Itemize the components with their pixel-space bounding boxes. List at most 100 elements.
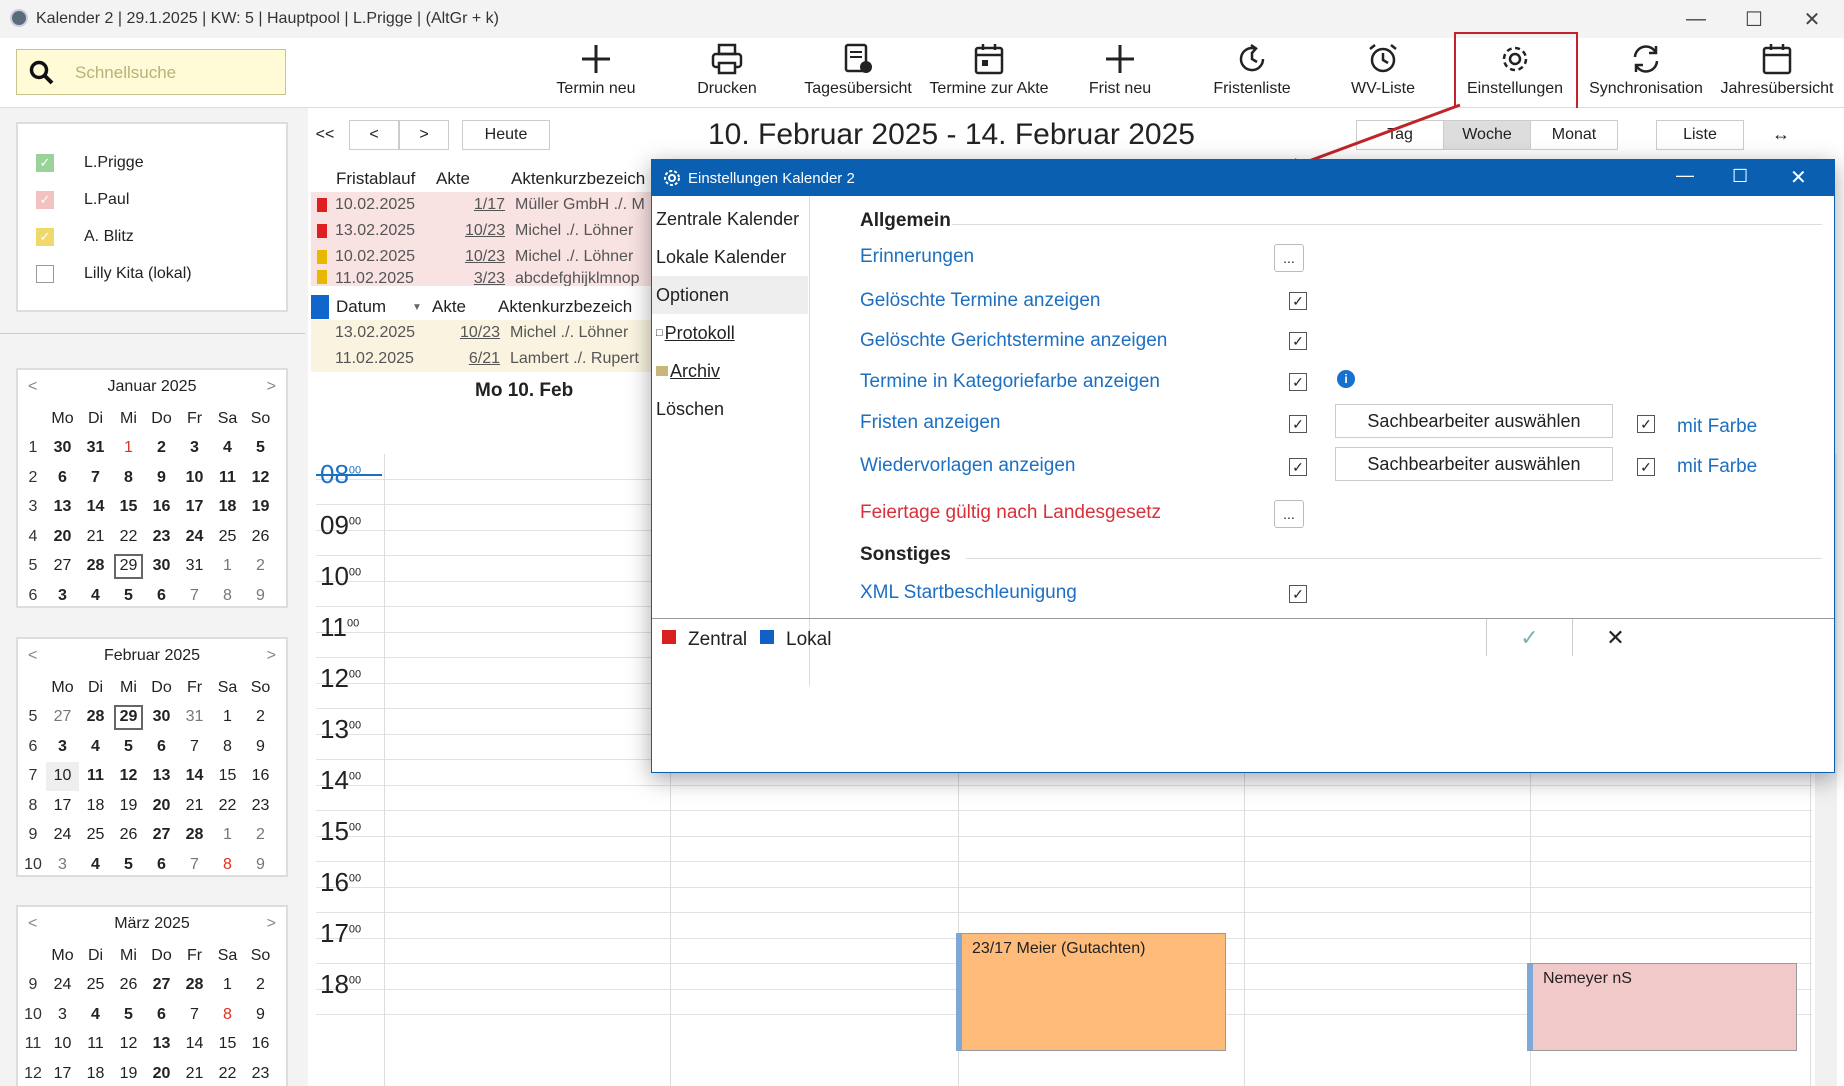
hour-label: 1600	[320, 867, 362, 897]
today-button[interactable]: Heute	[462, 120, 550, 150]
prev-button[interactable]: <	[349, 120, 399, 150]
nav-archiv[interactable]: Archiv	[652, 352, 808, 390]
maximize-icon[interactable]: ☐	[1730, 0, 1778, 38]
header-akte[interactable]: Akte	[432, 297, 498, 317]
header-kurz[interactable]: Aktenkurzbezeich	[491, 169, 645, 189]
fristen-farbe-checkbox[interactable]: ✓	[1637, 415, 1655, 433]
lokal-color-swatch	[760, 630, 774, 644]
day-overview-icon	[844, 43, 872, 73]
tagesuebersicht-button[interactable]: Tagesübersicht	[793, 42, 923, 106]
erinnerungen-button[interactable]: ...	[1274, 244, 1304, 272]
calendar-item[interactable]: Lilly Kita (lokal)	[18, 255, 286, 292]
hour-line	[316, 887, 1812, 888]
termine-zur-akte-label: Termine zur Akte	[929, 80, 1049, 97]
wiedervorlagen-checkbox[interactable]: ✓	[1289, 458, 1307, 476]
gear-icon	[664, 170, 680, 186]
hour-label: 1500	[320, 816, 362, 846]
event-meier[interactable]: 23/17 Meier (Gutachten)	[956, 933, 1226, 1051]
fristenliste-label: Fristenliste	[1213, 80, 1291, 97]
nav-protokoll[interactable]: □ Protokoll	[652, 314, 808, 352]
document-icon: □	[656, 327, 663, 339]
checkbox[interactable]: ✓	[36, 227, 54, 246]
highlight-frame	[1454, 32, 1578, 110]
check-icon: ✓	[1520, 624, 1539, 650]
minimize-icon[interactable]: —	[1672, 0, 1720, 38]
drucken-button[interactable]: Drucken	[662, 42, 792, 106]
next-button[interactable]: >	[399, 120, 449, 150]
event-nemeyer[interactable]: Nemeyer nS	[1527, 963, 1797, 1051]
month-grid[interactable]: Mo Di Mi Do Fr Sa So 9 24 25 26 27 28 1 2 10 3 4 5 6 7 8 9 1…	[20, 941, 277, 1086]
hour-label: 0900	[320, 510, 362, 540]
prev-month-icon[interactable]: <	[28, 647, 37, 665]
plus-icon	[582, 45, 610, 73]
nav-lokale-kalender[interactable]: Lokale Kalender	[652, 238, 808, 276]
minical-januar: < Januar 2025 > Mo Di Mi Do Fr Sa So 1 30 31 1 2 3 4 5 …	[16, 368, 288, 608]
month-grid[interactable]: Mo Di Mi Do Fr Sa So 5 27 28 29 30 31 1 2 63456789 71…	[20, 673, 277, 880]
header-datum[interactable]: Datum	[336, 297, 412, 317]
section-sonstiges: Sonstiges	[860, 544, 951, 565]
close-icon[interactable]: ✕	[1790, 165, 1807, 190]
termin-neu-button[interactable]: Termin neu	[531, 42, 661, 106]
month-title: März 2025	[114, 915, 190, 932]
checkbox[interactable]: ✓	[36, 153, 54, 172]
fristen-checkbox[interactable]: ✓	[1289, 415, 1307, 433]
fristenliste-button[interactable]: Fristenliste	[1187, 42, 1317, 106]
calendar-list: ✓ L.Prigge ✓ L.Paul ✓ A. Blitz Lilly Kita (…	[16, 122, 288, 312]
geloeschte-termine-checkbox[interactable]: ✓	[1289, 292, 1307, 310]
cancel-button[interactable]: ✕	[1573, 619, 1658, 656]
prev-month-icon[interactable]: <	[28, 378, 37, 396]
sort-icon[interactable]: ▼	[412, 302, 432, 313]
hour-label: 1700	[320, 918, 362, 948]
nav-zentrale-kalender[interactable]: Zentrale Kalender	[652, 200, 808, 238]
checkbox[interactable]: ✓	[36, 190, 54, 209]
kategoriefarbe-checkbox[interactable]: ✓	[1289, 373, 1307, 391]
checkbox[interactable]	[36, 264, 54, 283]
search-icon	[29, 60, 54, 85]
next-month-icon[interactable]: >	[267, 378, 276, 396]
dialog-title-bar[interactable]: Einstellungen Kalender 2 — ☐ ✕	[652, 160, 1834, 196]
next-month-icon[interactable]: >	[267, 647, 276, 665]
xml-checkbox[interactable]: ✓	[1289, 585, 1307, 603]
maximize-icon[interactable]: ☐	[1732, 166, 1748, 187]
frist-neu-button[interactable]: Frist neu	[1055, 42, 1185, 106]
termine-zur-akte-button[interactable]: Termine zur Akte	[924, 42, 1054, 106]
calendar-label: Lilly Kita (lokal)	[84, 264, 192, 282]
hour-label: 1400	[320, 765, 362, 795]
info-icon[interactable]: i	[1337, 370, 1355, 388]
geloeschte-gericht-checkbox[interactable]: ✓	[1289, 332, 1307, 350]
view-liste-button[interactable]: Liste	[1656, 120, 1744, 150]
expand-icon[interactable]: ↔	[1772, 124, 1790, 145]
wv-liste-button[interactable]: WV-Liste	[1318, 42, 1448, 106]
wv-farbe-checkbox[interactable]: ✓	[1637, 458, 1655, 476]
hour-label: 1300	[320, 714, 362, 744]
header-akte[interactable]: Akte	[411, 169, 491, 189]
settings-dialog: Einstellungen Kalender 2 — ☐ ✕ Zentrale …	[651, 159, 1835, 773]
section-allgemein: Allgemein	[860, 210, 951, 231]
header-kurz[interactable]: Aktenkurzbezeich	[498, 297, 632, 317]
month-grid[interactable]: Mo Di Mi Do Fr Sa So 1 30 31 1 2 3 4 5 2 6 7 8 9 10 11 12 31…	[20, 404, 277, 611]
feiertage-button[interactable]: ...	[1274, 500, 1304, 528]
opt-geloeschte-termine: Gelöschte Termine anzeigen	[860, 290, 1101, 311]
divider	[809, 196, 810, 686]
synchronisation-button[interactable]: Synchronisation	[1581, 42, 1711, 106]
confirm-button[interactable]: ✓	[1487, 619, 1572, 656]
minimize-icon[interactable]: —	[1676, 165, 1694, 186]
calendar-item[interactable]: ✓ A. Blitz	[18, 218, 286, 255]
view-monat-button[interactable]: Monat	[1530, 120, 1618, 150]
folder-icon	[656, 366, 668, 376]
calendar-item[interactable]: ✓ L.Paul	[18, 181, 286, 218]
prev-month-icon[interactable]: <	[28, 915, 37, 933]
half-hour-line	[316, 810, 1812, 811]
next-month-icon[interactable]: >	[267, 915, 276, 933]
wv-sachbearbeiter-button[interactable]: Sachbearbeiter auswählen	[1335, 447, 1613, 481]
fristen-sachbearbeiter-button[interactable]: Sachbearbeiter auswählen	[1335, 404, 1613, 438]
lokal-marker	[311, 295, 329, 319]
nav-optionen[interactable]: Optionen	[652, 276, 808, 314]
header-fristablauf[interactable]: Fristablauf	[311, 169, 415, 189]
first-button[interactable]: <<	[310, 120, 340, 150]
calendar-item[interactable]: ✓ L.Prigge	[18, 144, 286, 181]
close-icon[interactable]: ✕	[1788, 0, 1836, 38]
search-input[interactable]: Schnellsuche	[16, 49, 286, 95]
nav-loeschen[interactable]: Löschen	[652, 390, 808, 428]
jahresuebersicht-button[interactable]: Jahresübersicht	[1712, 42, 1842, 106]
